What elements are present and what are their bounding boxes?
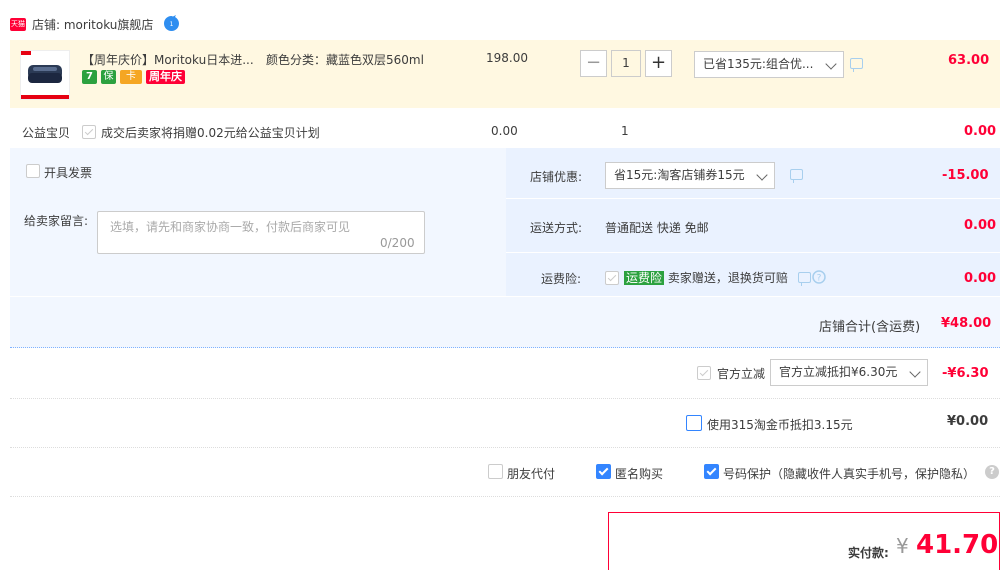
anonymous-label: 匿名购买 (615, 467, 664, 481)
friend-pay-label: 朋友代付 (507, 467, 556, 481)
insurance-text: 卖家赠送，退换货可赔 (667, 271, 788, 285)
qty-minus-button[interactable]: − (580, 50, 607, 77)
coins-label: 使用315淘金币抵扣3.15元 (707, 418, 853, 432)
charity-checkbox[interactable] (82, 125, 96, 139)
svg-text:1: 1 (170, 21, 174, 28)
insurance-text-row: 运费险 卖家赠送，退换货可赔 (624, 269, 788, 286)
shop-discount-label: 店铺优惠: (530, 170, 583, 184)
chevron-down-icon (909, 366, 921, 378)
guarantee-icon: 保 (101, 70, 116, 84)
charity-price: 0.00 (491, 124, 518, 138)
message-icon[interactable] (798, 272, 811, 286)
insurance-checkbox[interactable] (605, 271, 619, 285)
shop-discount-value: 省15元:淘客店铺券15元 (614, 168, 745, 182)
svg-text:?: ? (817, 274, 822, 284)
shop-discount-amount: -15.00 (942, 168, 989, 183)
promo-select-value: 已省135元:组合优... (703, 57, 814, 71)
item-total: 63.00 (948, 53, 990, 68)
shop-discount-select[interactable]: 省15元:淘客店铺券15元 (605, 162, 775, 189)
number-protect-label: 号码保护（隐藏收件人真实手机号，保护隐私） (723, 467, 976, 481)
chevron-down-icon (756, 169, 768, 181)
invoice-checkbox[interactable] (26, 164, 40, 178)
wangwang-chat-icon[interactable]: 1 (163, 15, 180, 32)
number-protect-checkbox[interactable] (704, 464, 719, 479)
charity-total: 0.00 (964, 124, 997, 139)
coins-checkbox[interactable] (686, 415, 702, 431)
official-discount-label: 官方立减 (717, 367, 766, 381)
help-icon[interactable]: ? (985, 465, 999, 479)
unit-price: 198.00 (486, 51, 528, 65)
charity-text: 成交后卖家将捐赠0.02元给公益宝贝计划 (101, 126, 320, 140)
pay-currency: ¥ (896, 534, 909, 558)
official-discount-amount: -¥6.30 (942, 366, 989, 381)
chevron-down-icon (825, 58, 837, 70)
quantity-input[interactable]: 1 (611, 50, 641, 77)
friend-pay-checkbox[interactable] (488, 464, 503, 479)
item-sku: 颜色分类：藏蓝色双层560ml (266, 53, 424, 67)
anonymous-checkbox[interactable] (596, 464, 611, 479)
official-discount-checkbox[interactable] (697, 366, 711, 380)
help-icon[interactable]: ? (812, 270, 826, 284)
product-thumbnail[interactable] (20, 50, 70, 100)
promo-select[interactable]: 已省135元:组合优... (694, 51, 844, 78)
coins-amount: ¥0.00 (947, 414, 989, 429)
insurance-amount: 0.00 (964, 271, 997, 286)
item-badges: 7 保 卡 周年庆 (82, 70, 185, 84)
insurance-label: 运费险: (541, 272, 582, 286)
tmall-logo: 天猫 (10, 18, 26, 31)
insurance-tag: 运费险 (624, 271, 665, 285)
charity-label: 公益宝贝 (22, 126, 71, 140)
invoice-label: 开具发票 (44, 166, 93, 180)
official-discount-select[interactable]: 官方立减抵扣¥6.30元 (770, 359, 928, 386)
shipping-value: 普通配送 快递 免邮 (605, 221, 709, 235)
message-label: 给卖家留言: (24, 214, 89, 228)
anniversary-badge: 周年庆 (146, 70, 185, 84)
shop-total-amount: ¥48.00 (941, 316, 992, 331)
shop-name[interactable]: 店铺: moritoku旗舰店 (32, 16, 153, 33)
credit-card-icon: 卡 (120, 70, 142, 84)
message-icon[interactable] (850, 58, 863, 72)
qty-plus-button[interactable]: + (645, 50, 672, 77)
official-discount-value: 官方立减抵扣¥6.30元 (779, 365, 898, 379)
message-placeholder: 选填，请先和商家协商一致，付款后商家可见 (110, 220, 351, 234)
message-icon[interactable] (790, 169, 803, 183)
pay-amount: 41.70 (916, 530, 999, 560)
message-char-count: 0/200 (380, 236, 415, 250)
seven-day-return-icon: 7 (82, 70, 97, 84)
shipping-label: 运送方式: (530, 221, 583, 235)
quantity-stepper: − 1 + (580, 50, 672, 77)
shipping-amount: 0.00 (964, 218, 997, 233)
charity-qty: 1 (621, 124, 629, 138)
shop-total-label: 店铺合计(含运费) (819, 320, 921, 335)
pay-label: 实付款: (848, 546, 889, 560)
item-title[interactable]: 【周年庆价】Moritoku日本进... (82, 51, 254, 68)
